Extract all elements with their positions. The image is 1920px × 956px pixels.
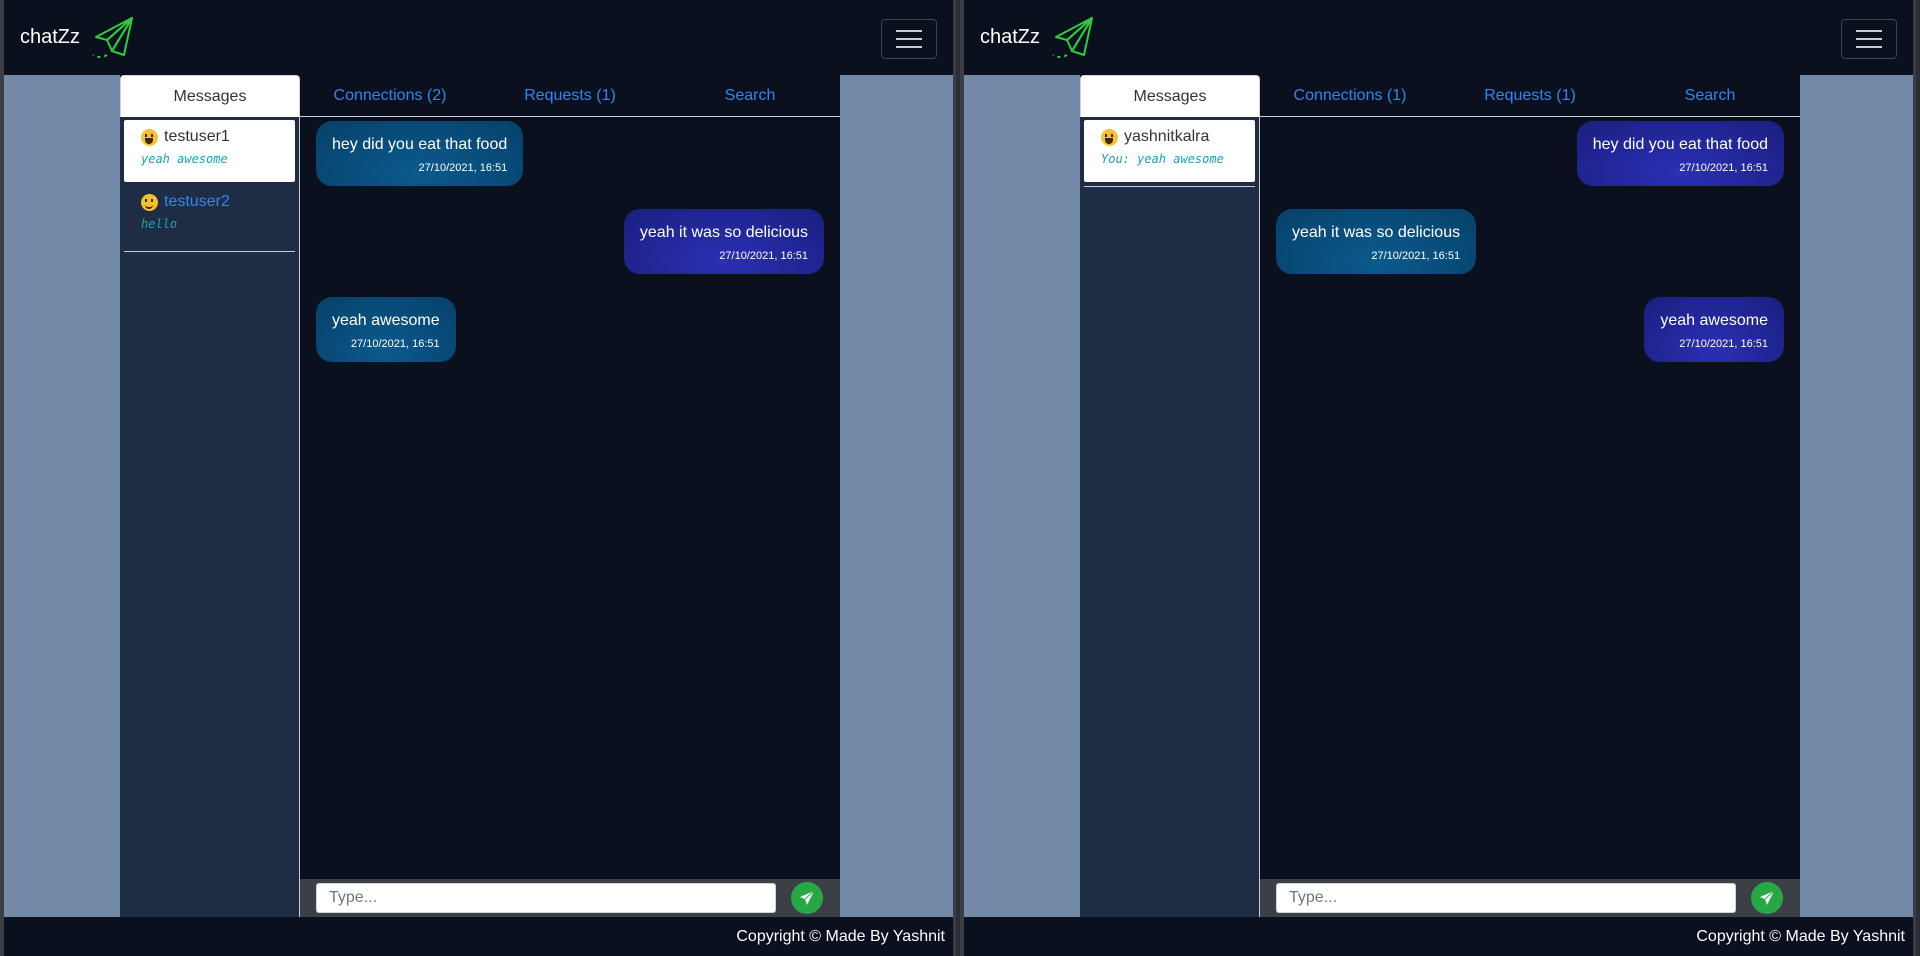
message-text: hey did you eat that food xyxy=(332,136,508,153)
copyright-text: Copyright © Made By Yashnit xyxy=(1696,927,1905,945)
smiling-face-icon xyxy=(141,193,158,211)
paper-plane-icon xyxy=(800,890,815,905)
contact-name: yashnitkalra xyxy=(1124,128,1210,145)
message-input[interactable] xyxy=(1276,883,1736,913)
message-input-bar xyxy=(300,879,840,917)
send-button[interactable] xyxy=(1751,882,1783,914)
navbar: chatZz xyxy=(4,0,953,75)
contact-name-row: yashnitkalra xyxy=(1101,128,1238,146)
chat-app: Messages Connections (2) Requests (1) Se… xyxy=(120,75,840,917)
message-text: yeah awesome xyxy=(1660,312,1768,329)
screen: chatZz Messages Connections (2) Requests… xyxy=(0,0,1920,956)
contact-item-testuser2[interactable]: testuser2 hello xyxy=(124,185,295,247)
tab-messages[interactable]: Messages xyxy=(1080,75,1260,118)
contacts-sidebar: testuser1 yeah awesome testuser2 hello xyxy=(120,117,300,917)
message-input-bar xyxy=(1260,879,1800,917)
contact-item-yashnitkalra[interactable]: yashnitkalra You: yeah awesome xyxy=(1084,120,1255,182)
message-timestamp: 27/10/2021, 16:51 xyxy=(350,338,440,350)
navbar-toggler-button[interactable] xyxy=(881,19,937,59)
contacts-sidebar: yashnitkalra You: yeah awesome xyxy=(1080,117,1260,917)
left-browser-pane: chatZz Messages Connections (2) Requests… xyxy=(0,0,956,956)
tab-messages[interactable]: Messages xyxy=(120,75,300,118)
message-input[interactable] xyxy=(316,883,776,913)
navbar-toggler-button[interactable] xyxy=(1841,19,1897,59)
right-browser-pane: chatZz Messages Connections (1) Requests… xyxy=(960,0,1916,956)
tab-search[interactable]: Search xyxy=(660,75,840,117)
message-bubble-outgoing: yeah awesome 27/10/2021, 16:51 xyxy=(1644,297,1784,362)
tab-bar: Messages Connections (1) Requests (1) Se… xyxy=(1080,75,1800,118)
grinning-face-icon xyxy=(1101,128,1118,146)
brand-name[interactable]: chatZz xyxy=(980,26,1040,49)
footer: Copyright © Made By Yashnit xyxy=(964,917,1913,956)
contact-name-row: testuser1 xyxy=(141,128,278,146)
brand-name[interactable]: chatZz xyxy=(20,26,80,49)
tab-requests[interactable]: Requests (1) xyxy=(480,75,660,117)
footer: Copyright © Made By Yashnit xyxy=(4,917,953,956)
message-text: yeah it was so delicious xyxy=(1292,224,1461,241)
copyright-text: Copyright © Made By Yashnit xyxy=(736,927,945,945)
tab-search[interactable]: Search xyxy=(1620,75,1800,117)
message-bubble-incoming: yeah it was so delicious 27/10/2021, 16:… xyxy=(1276,209,1477,274)
contact-name: testuser2 xyxy=(164,193,230,210)
message-timestamp: 27/10/2021, 16:51 xyxy=(1371,250,1461,262)
tab-bar: Messages Connections (2) Requests (1) Se… xyxy=(120,75,840,118)
message-timestamp: 27/10/2021, 16:51 xyxy=(1679,162,1768,174)
send-button[interactable] xyxy=(791,882,823,914)
contact-last-message: You: yeah awesome xyxy=(1101,152,1224,166)
contact-name-row: testuser2 xyxy=(141,193,278,211)
message-bubble-incoming: hey did you eat that food 27/10/2021, 16… xyxy=(316,121,524,186)
tab-connections[interactable]: Connections (1) xyxy=(1260,75,1440,117)
divider xyxy=(1084,186,1255,187)
contact-last-message: hello xyxy=(141,217,178,231)
message-text: yeah it was so delicious xyxy=(639,224,808,241)
paper-plane-logo-icon xyxy=(1052,16,1094,58)
paper-plane-logo-icon xyxy=(92,16,134,58)
message-timestamp: 27/10/2021, 16:51 xyxy=(719,250,808,262)
grinning-face-icon xyxy=(141,128,158,146)
message-timestamp: 27/10/2021, 16:51 xyxy=(1679,338,1768,350)
tab-connections[interactable]: Connections (2) xyxy=(300,75,480,117)
divider xyxy=(124,251,295,252)
message-text: hey did you eat that food xyxy=(1592,136,1768,153)
message-bubble-outgoing: hey did you eat that food 27/10/2021, 16… xyxy=(1576,121,1784,186)
navbar: chatZz xyxy=(964,0,1913,75)
chat-window: hey did you eat that food 27/10/2021, 16… xyxy=(1260,117,1800,879)
contact-item-testuser1[interactable]: testuser1 yeah awesome xyxy=(124,120,295,182)
chat-app: Messages Connections (1) Requests (1) Se… xyxy=(1080,75,1800,917)
chat-window: hey did you eat that food 27/10/2021, 16… xyxy=(300,117,840,879)
tab-requests[interactable]: Requests (1) xyxy=(1440,75,1620,117)
message-text: yeah awesome xyxy=(332,312,440,329)
paper-plane-icon xyxy=(1760,890,1775,905)
contact-last-message: yeah awesome xyxy=(141,152,228,166)
contact-name: testuser1 xyxy=(164,128,230,145)
message-bubble-incoming: yeah awesome 27/10/2021, 16:51 xyxy=(316,297,456,362)
message-bubble-outgoing: yeah it was so delicious 27/10/2021, 16:… xyxy=(623,209,824,274)
message-timestamp: 27/10/2021, 16:51 xyxy=(418,162,508,174)
